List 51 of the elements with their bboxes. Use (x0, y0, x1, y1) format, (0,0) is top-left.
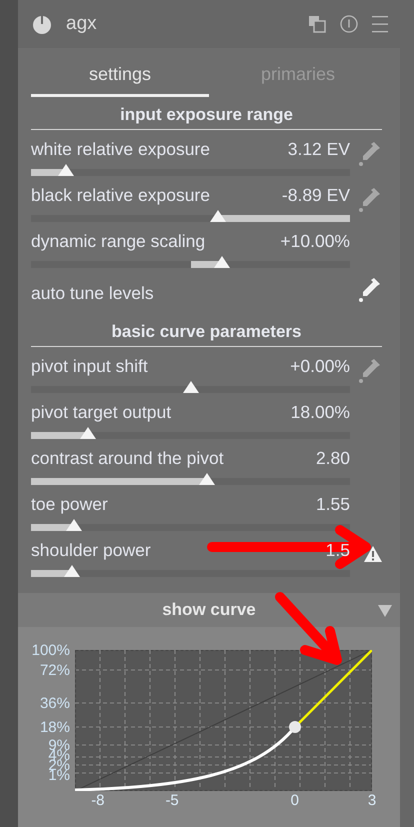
slider-label: black relative exposure (31, 184, 210, 206)
slider-thumb[interactable] (64, 565, 80, 577)
slider-label: contrast around the pivot (31, 448, 224, 468)
x-axis-label: -8 (91, 792, 105, 809)
tab[interactable]: settings (31, 54, 209, 97)
slider-thumb[interactable] (58, 164, 74, 176)
module-title: agx (66, 13, 98, 36)
slider-thumb[interactable] (214, 256, 230, 268)
slider[interactable] (31, 379, 350, 393)
slider-value: 3.12 EV (288, 138, 350, 160)
slider[interactable] (31, 517, 350, 531)
slider-thumb[interactable] (182, 381, 198, 393)
slider-thumb[interactable] (210, 210, 226, 222)
slider-label: pivot input shift (31, 356, 148, 376)
y-axis-label: 72% (40, 663, 70, 678)
x-axis-label: 0 (290, 792, 299, 809)
slider-thumb[interactable] (80, 427, 96, 439)
y-axis-label: 36% (40, 696, 70, 711)
slider[interactable] (31, 208, 350, 222)
slider-value: +0.00% (290, 356, 350, 376)
y-axis-label: 100% (32, 643, 70, 658)
slider-thumb[interactable] (66, 519, 82, 531)
slider-label: toe power (31, 494, 108, 514)
menu-icon[interactable] (372, 15, 388, 34)
reset-icon[interactable] (340, 15, 358, 34)
slider-value: 18.00% (290, 402, 350, 422)
x-axis-label: 3 (368, 792, 376, 809)
eyedropper-icon[interactable] (358, 276, 382, 302)
slider-thumb[interactable] (199, 473, 216, 485)
section-heading: basic curve parameters (31, 314, 382, 347)
multi-instance-icon[interactable] (309, 16, 326, 33)
curve-title: show curve (162, 600, 256, 620)
x-axis-label: -5 (165, 792, 179, 809)
section-heading: input exposure range (31, 97, 382, 130)
slider-label: dynamic range scaling (31, 230, 206, 252)
slider-value: -8.89 EV (282, 184, 350, 206)
slider-value: +10.00% (280, 230, 350, 252)
slider[interactable] (31, 162, 350, 176)
slider-label: shoulder power (31, 540, 151, 560)
auto-tune-button[interactable]: auto tune levels (31, 282, 154, 304)
slider-label: white relative exposure (31, 138, 210, 160)
slider-value: 2.80 (316, 448, 350, 468)
slider-value: 1.55 (316, 494, 350, 514)
slider[interactable] (31, 425, 350, 439)
slider[interactable] (31, 563, 350, 577)
power-icon[interactable] (32, 14, 52, 34)
y-axis-label: 18% (40, 720, 70, 735)
slider-label: pivot target output (31, 402, 172, 422)
slider[interactable] (31, 254, 350, 268)
slider[interactable] (31, 471, 350, 485)
curve-header[interactable]: show curve (18, 593, 400, 627)
